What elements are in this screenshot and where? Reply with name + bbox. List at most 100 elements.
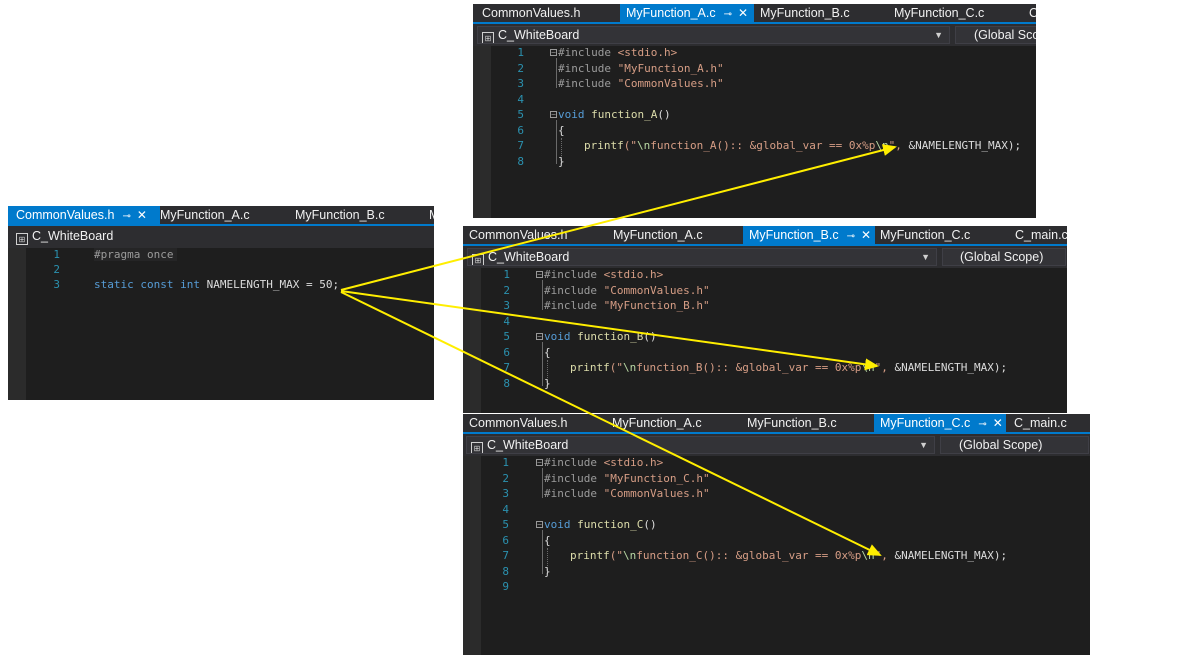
include-file: "MyFunction_B.h": [603, 299, 710, 312]
project-dropdown[interactable]: ⊞ C_WhiteBoard ▼: [466, 436, 935, 454]
collapse-icon[interactable]: −: [536, 333, 543, 341]
format-string: function_A():: &global_var == 0x%p: [650, 139, 876, 152]
collapse-icon[interactable]: −: [536, 521, 543, 529]
tab-common-values-h[interactable]: CommonValues.h ⊸ ✕: [8, 206, 160, 224]
line-number: 6: [517, 123, 524, 137]
printf-call: printf: [570, 549, 610, 562]
printf-statement: printf("\nfunction_C():: &global_var == …: [570, 549, 1007, 562]
tab-myfunction-a-c[interactable]: MyFunction_A.c: [607, 226, 703, 244]
line-number: 6: [502, 533, 509, 547]
function-name: function_C: [577, 518, 644, 531]
void-keyword: void: [544, 518, 571, 531]
editor-window-function-c: CommonValues.h MyFunction_A.c MyFunction…: [463, 414, 1090, 655]
code-line: 3 static const int NAMELENGTH_MAX = 50;: [8, 278, 434, 294]
function-parens: (): [657, 108, 671, 121]
tab-c-main-c[interactable]: C_main.c: [1008, 414, 1067, 432]
code-line: 7 printf("\nfunction_A():: &global_var =…: [473, 139, 1036, 155]
project-icon: ⊞: [482, 32, 494, 43]
code-editor[interactable]: 1 − #include <stdio.h> 2 #include "Commo…: [463, 268, 1067, 413]
collapse-icon[interactable]: −: [536, 271, 543, 279]
tab-myfunction-b-c[interactable]: MyFunction_B.c: [741, 414, 837, 432]
close-icon[interactable]: ✕: [137, 208, 147, 222]
escape-sequence: \n: [623, 549, 637, 562]
tab-myfunction-b-c[interactable]: MyFunction_B.c: [754, 4, 850, 22]
scope-dropdown[interactable]: (Global Scop: [955, 26, 1036, 44]
pin-icon[interactable]: ⊸: [122, 211, 130, 222]
tab-label: M: [429, 208, 434, 222]
line-number: 8: [517, 154, 524, 168]
tab-label: MyFunction_B.c: [747, 416, 837, 430]
pin-icon[interactable]: ⊸: [978, 419, 986, 430]
printf-statement: printf("\nfunction_A():: &global_var == …: [584, 139, 1021, 152]
tab-common-values-h[interactable]: CommonValues.h: [463, 414, 567, 432]
collapse-icon[interactable]: −: [550, 111, 557, 119]
argument: &NAMELENGTH_MAX: [894, 549, 994, 562]
navigation-bar: ⊞ C_WhiteBoard: [8, 224, 434, 248]
project-icon: ⊞: [471, 442, 483, 453]
include-file: <stdio.h>: [617, 46, 678, 59]
tab-myfunction-a-c[interactable]: MyFunction_A.c: [154, 206, 250, 224]
collapse-icon[interactable]: −: [550, 49, 557, 57]
line-number: 1: [53, 248, 60, 261]
tab-c-main-c[interactable]: C_main.c: [1009, 226, 1067, 244]
code-editor[interactable]: 1 #pragma once 2 3 static const int NAME…: [8, 248, 434, 400]
pin-icon[interactable]: ⊸: [847, 231, 855, 242]
string-open: (": [623, 139, 637, 152]
tab-myfunction-c-c[interactable]: MyFunction_C.c: [874, 226, 970, 244]
open-brace: {: [544, 345, 551, 359]
scope-dropdown[interactable]: (Global Scope): [942, 248, 1066, 266]
navigation-bar: ⊞ C_WhiteBoard ▼ (Global Scope): [463, 244, 1067, 268]
include-file: <stdio.h>: [603, 456, 664, 469]
code-line: 3 #include "MyFunction_B.h": [463, 299, 1067, 315]
string-open: (": [609, 549, 623, 562]
line-number: 7: [517, 139, 524, 152]
escape-sequence: \n: [637, 139, 651, 152]
code-line: 2 #include "CommonValues.h": [463, 284, 1067, 300]
code-line: 8 }: [463, 377, 1067, 393]
argument: &NAMELENGTH_MAX: [908, 139, 1008, 152]
tab-common-values-h[interactable]: CommonValues.h: [463, 226, 567, 244]
tab-overflow[interactable]: C: [1023, 4, 1036, 22]
line-number: 8: [503, 376, 510, 390]
void-keyword: void: [544, 330, 571, 343]
tab-myfunction-b-c[interactable]: MyFunction_B.c: [289, 206, 385, 224]
tab-label: MyFunction_A.c: [160, 208, 250, 222]
tab-label: MyFunction_A.c: [626, 6, 716, 20]
include-directive: #include: [558, 61, 611, 75]
close-icon[interactable]: ✕: [738, 6, 748, 20]
tab-myfunction-b-c[interactable]: MyFunction_B.c ⊸ ✕: [743, 226, 875, 244]
tab-myfunction-a-c[interactable]: MyFunction_A.c: [606, 414, 702, 432]
printf-call: printf: [584, 139, 624, 152]
include-file: <stdio.h>: [603, 268, 664, 281]
project-dropdown[interactable]: ⊞ C_WhiteBoard: [12, 228, 432, 246]
code-editor[interactable]: 1 − #include <stdio.h> 2 #include "MyFun…: [463, 456, 1090, 655]
project-dropdown[interactable]: ⊞ C_WhiteBoard ▼: [467, 248, 937, 266]
close-icon[interactable]: ✕: [993, 416, 1003, 430]
line-number: 2: [502, 471, 509, 485]
tab-myfunction-a-c[interactable]: MyFunction_A.c ⊸ ✕: [620, 4, 754, 22]
collapse-icon[interactable]: −: [536, 459, 543, 467]
code-line: 4: [463, 503, 1090, 519]
code-editor[interactable]: 1 − #include <stdio.h> 2 #include "MyFun…: [473, 46, 1036, 218]
tab-overflow[interactable]: M: [423, 206, 434, 224]
project-dropdown[interactable]: ⊞ C_WhiteBoard ▼: [477, 26, 950, 44]
string-close: ",: [874, 361, 895, 374]
line-number: 3: [517, 77, 524, 90]
scope-dropdown[interactable]: (Global Scope): [940, 436, 1089, 454]
const-keyword: const: [140, 278, 174, 291]
scope-label: (Global Scop: [974, 28, 1036, 42]
tab-common-values-h[interactable]: CommonValues.h: [476, 4, 580, 22]
tab-label: C: [1029, 6, 1036, 20]
tab-label: MyFunction_C.c: [894, 6, 985, 20]
statement-end: );: [993, 361, 1008, 374]
code-line: 7 printf("\nfunction_C():: &global_var =…: [463, 549, 1090, 565]
navigation-bar: ⊞ C_WhiteBoard ▼ (Global Scop: [473, 22, 1036, 46]
tab-myfunction-c-c[interactable]: MyFunction_C.c: [888, 4, 984, 22]
line-number: 1: [517, 46, 524, 59]
close-icon[interactable]: ✕: [861, 228, 871, 242]
tab-myfunction-c-c[interactable]: MyFunction_C.c ⊸ ✕: [874, 414, 1006, 432]
line-number: 2: [503, 283, 510, 297]
escape-sequence: \n: [623, 361, 637, 374]
line-number: 5: [517, 108, 524, 121]
pin-icon[interactable]: ⊸: [724, 9, 732, 20]
